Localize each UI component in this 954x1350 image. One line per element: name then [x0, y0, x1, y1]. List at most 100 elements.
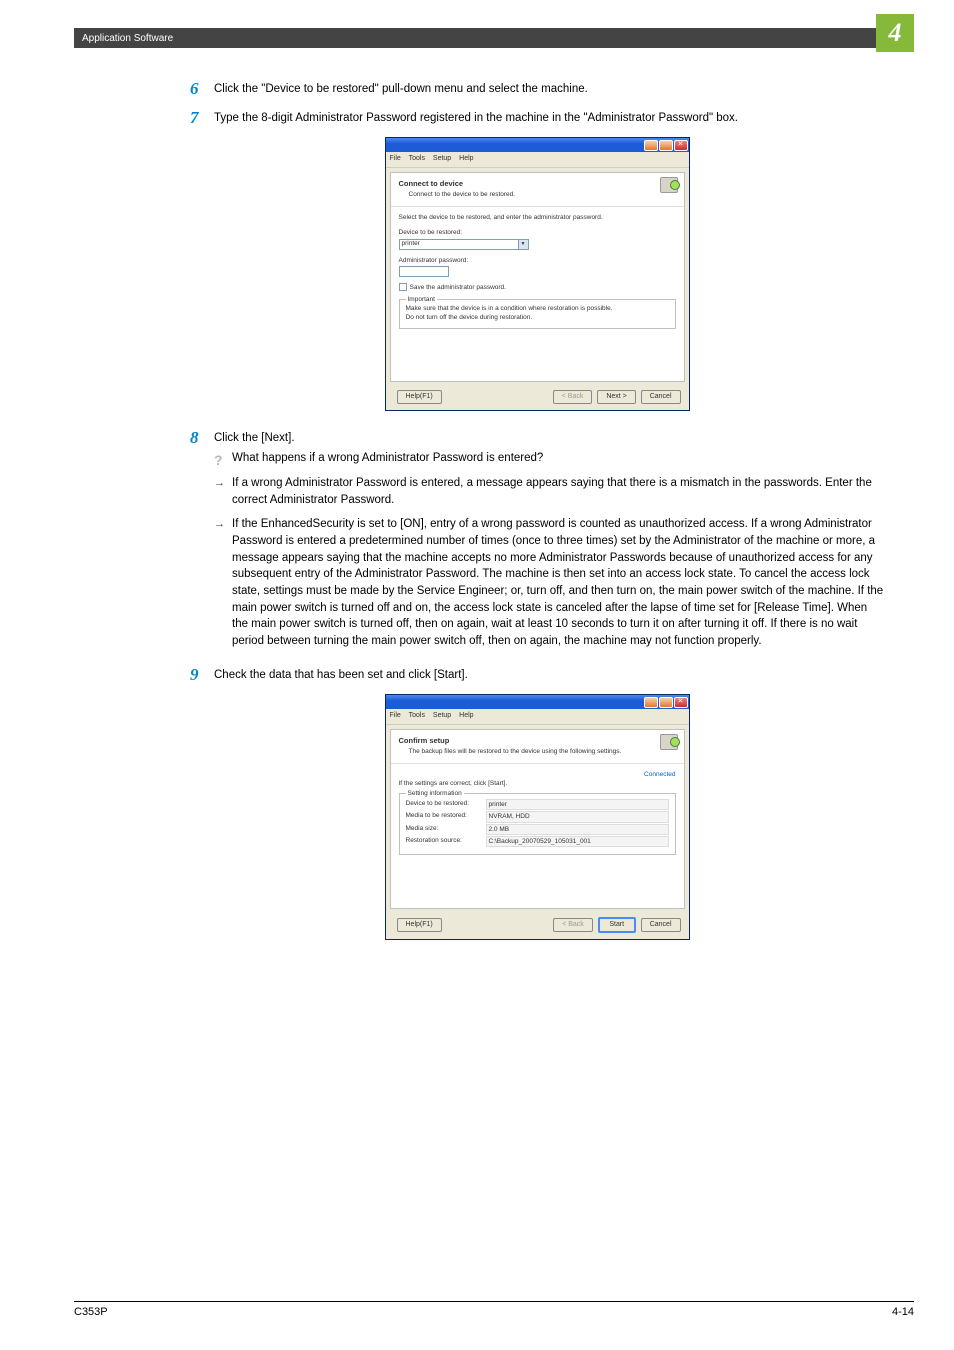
maximize-icon[interactable] [659, 140, 673, 151]
save-pw-label: Save the administrator password. [410, 284, 506, 291]
value-size: 2.0 MB [486, 824, 669, 835]
row-device: Device to be restored: printer [406, 799, 669, 810]
chapter-tab: 4 [876, 14, 914, 52]
step-8-answer2: → If the EnhancedSecurity is set to [ON]… [214, 516, 884, 649]
menu-help[interactable]: Help [459, 155, 473, 162]
step-8-number: 8 [190, 429, 214, 654]
label-media: Media to be restored: [406, 811, 486, 822]
setting-info-legend: Setting information [406, 789, 464, 798]
printer-icon [660, 734, 678, 750]
label-source: Restoration source: [406, 836, 486, 847]
step-8: 8 Click the [Next]. ? What happens if a … [190, 429, 884, 654]
row-size: Media size: 2.0 MB [406, 824, 669, 835]
dialog-confirm: File Tools Setup Help Confirm setup The … [385, 694, 690, 939]
maximize-icon[interactable] [659, 697, 673, 708]
step-8-q-text: What happens if a wrong Administrator Pa… [232, 450, 543, 471]
dialog-body: Confirm setup The backup files will be r… [390, 729, 685, 909]
step-8-body: Click the [Next]. ? What happens if a wr… [214, 429, 884, 654]
pw-label: Administrator password: [399, 256, 676, 265]
dialog-subtitle: The backup files will be restored to the… [409, 747, 676, 756]
next-button[interactable]: Next > [597, 390, 635, 404]
close-icon[interactable] [674, 697, 688, 708]
step-8-text: Click the [Next]. [214, 430, 884, 447]
save-pw-row: Save the administrator password. [399, 283, 676, 292]
back-button[interactable]: < Back [553, 918, 593, 932]
step-9-number: 9 [190, 666, 214, 685]
cancel-button[interactable]: Cancel [641, 390, 681, 404]
row-media: Media to be restored: NVRAM, HDD [406, 811, 669, 822]
step-9-text: Check the data that has been set and cli… [214, 666, 884, 685]
header-bar: Application Software [74, 28, 914, 48]
dialog-title: Confirm setup [399, 736, 676, 747]
row-source: Restoration source: C:\Backup_20070529_1… [406, 836, 669, 847]
button-bar: Help(F1) < Back Next > Cancel [386, 384, 689, 410]
header-section: Application Software [82, 33, 173, 44]
footer-left: C353P [74, 1306, 108, 1318]
dialog-confirm-wrap: File Tools Setup Help Confirm setup The … [190, 694, 884, 939]
label-size: Media size: [406, 824, 486, 835]
step-8-a1-text: If a wrong Administrator Password is ent… [232, 475, 884, 508]
value-source: C:\Backup_20070529_105031_001 [486, 836, 669, 847]
cancel-button[interactable]: Cancel [641, 918, 681, 932]
instruction: If the settings are correct, click [Star… [399, 779, 676, 788]
minimize-icon[interactable] [644, 697, 658, 708]
dialog-subtitle: Connect to the device to be restored. [409, 190, 676, 199]
help-button[interactable]: Help(F1) [397, 918, 442, 932]
start-button[interactable]: Start [598, 917, 636, 933]
device-label: Device to be restored: [399, 228, 676, 237]
step-6-number: 6 [190, 80, 214, 99]
menu-setup[interactable]: Setup [433, 155, 451, 162]
chapter-number: 4 [889, 18, 902, 48]
label-device: Device to be restored: [406, 799, 486, 810]
password-input[interactable] [399, 266, 449, 277]
step-6-text: Click the "Device to be restored" pull-d… [214, 80, 884, 99]
menu-setup[interactable]: Setup [433, 712, 451, 719]
arrow-icon: → [214, 518, 225, 530]
menu-file[interactable]: File [390, 155, 401, 162]
connected-status: Connected [399, 770, 676, 779]
setting-info-box: Setting information Device to be restore… [399, 793, 676, 856]
back-button[interactable]: < Back [553, 390, 593, 404]
menubar: File Tools Setup Help [386, 709, 689, 724]
device-combo[interactable]: printer ▼ [399, 239, 529, 250]
dialog-connect-wrap: File Tools Setup Help Connect to device … [190, 137, 884, 410]
help-button[interactable]: Help(F1) [397, 390, 442, 404]
step-7: 7 Type the 8-digit Administrator Passwor… [190, 109, 884, 128]
menubar: File Tools Setup Help [386, 152, 689, 167]
dialog-title: Connect to device [399, 179, 676, 190]
dialog-connect: File Tools Setup Help Connect to device … [385, 137, 690, 410]
printer-icon [660, 177, 678, 193]
step-8-a2-text: If the EnhancedSecurity is set to [ON], … [232, 516, 884, 649]
menu-tools[interactable]: Tools [409, 712, 425, 719]
minimize-icon[interactable] [644, 140, 658, 151]
arrow-icon: → [214, 477, 225, 489]
value-media: NVRAM, HDD [486, 811, 669, 822]
save-pw-checkbox[interactable] [399, 283, 407, 291]
footer: C353P 4-14 [74, 1301, 914, 1318]
titlebar [386, 138, 689, 152]
button-bar: Help(F1) < Back Start Cancel [386, 911, 689, 939]
content-area: 6 Click the "Device to be restored" pull… [190, 80, 884, 958]
instruction: Select the device to be restored, and en… [399, 213, 676, 222]
titlebar [386, 695, 689, 709]
step-7-text: Type the 8-digit Administrator Password … [214, 109, 884, 128]
important-line2: Do not turn off the device during restor… [406, 313, 669, 322]
step-8-sublist: ? What happens if a wrong Administrator … [214, 450, 884, 649]
important-legend: Important [406, 295, 437, 304]
question-icon: ? [214, 452, 223, 468]
step-8-question: ? What happens if a wrong Administrator … [214, 450, 884, 471]
chevron-down-icon[interactable]: ▼ [518, 240, 528, 249]
value-device: printer [486, 799, 669, 810]
device-value: printer [402, 239, 420, 248]
important-line1: Make sure that the device is in a condit… [406, 304, 669, 313]
menu-tools[interactable]: Tools [409, 155, 425, 162]
important-box: Important Make sure that the device is i… [399, 299, 676, 330]
step-9: 9 Check the data that has been set and c… [190, 666, 884, 685]
footer-right: 4-14 [892, 1306, 914, 1318]
step-8-answer1: → If a wrong Administrator Password is e… [214, 475, 884, 508]
close-icon[interactable] [674, 140, 688, 151]
menu-help[interactable]: Help [459, 712, 473, 719]
dialog-body: Connect to device Connect to the device … [390, 172, 685, 382]
step-7-number: 7 [190, 109, 214, 128]
menu-file[interactable]: File [390, 712, 401, 719]
